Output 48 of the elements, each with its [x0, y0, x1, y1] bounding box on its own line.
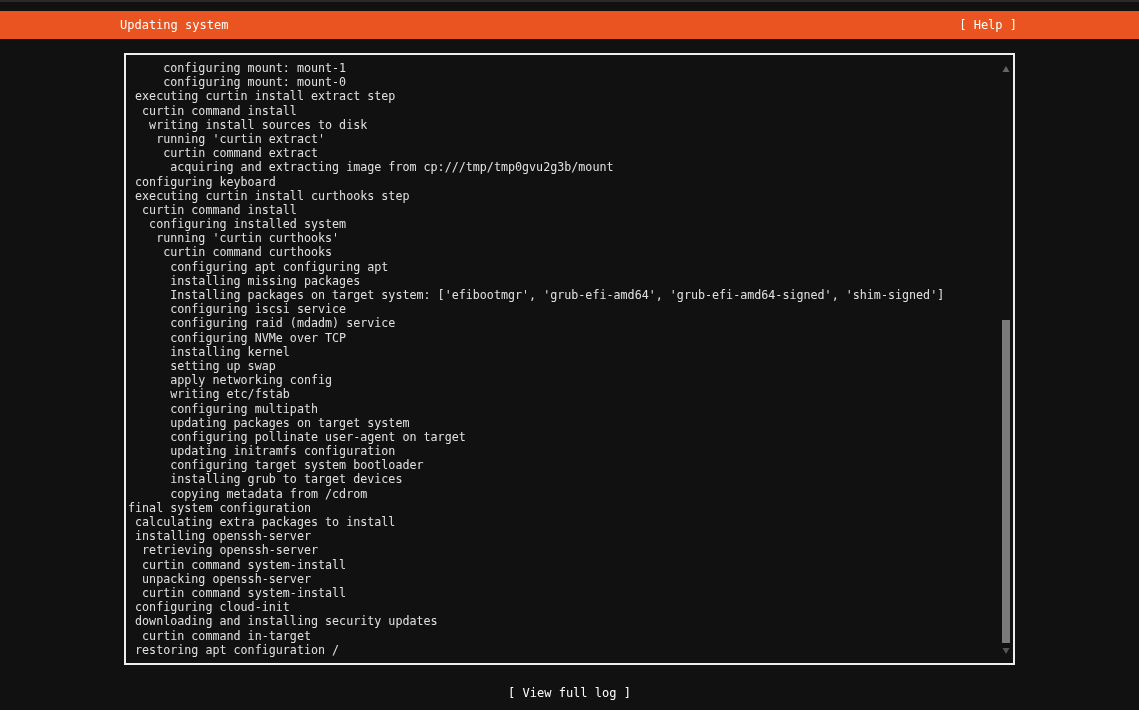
log-line: curtin command curthooks — [162, 245, 334, 260]
log-line: acquiring and extracting image from cp:///tmp/tmp0gvu2g3b/mount — [169, 160, 615, 175]
log-line: setting up swap — [169, 358, 277, 374]
screen-title: Updating system — [120, 18, 229, 32]
view-full-log-button[interactable]: [ View full log ] — [508, 686, 631, 700]
log-line: curtin command system-install — [141, 557, 348, 572]
log-line: curtin command install — [141, 103, 298, 118]
log-line: running 'curtin extract' — [156, 131, 327, 147]
log-line: configuring raid (mdadm) service — [169, 316, 397, 331]
help-button[interactable]: [ Help ] — [959, 18, 1017, 32]
log-line: configuring multipath — [169, 401, 319, 416]
log-line: configuring target system bootloader — [169, 458, 425, 473]
log-line: writing etc/fstab — [169, 387, 291, 402]
log-line: installing missing packages — [169, 273, 362, 288]
log-line: curtin command install — [142, 202, 298, 218]
log-line: configuring cloud-init — [134, 600, 291, 615]
log-line: curtin command extract — [162, 146, 319, 161]
log-line: Installing packages on target system: ['efibootmgr', 'grub-efi-amd64', 'grub-efi-amd64-signed', 'shim-signed'] — [169, 288, 946, 303]
log-line: configuring pollinate user-agent on target — [169, 429, 467, 445]
log-line: updating packages on target system — [169, 415, 411, 430]
log-line: configuring keyboard — [134, 174, 277, 189]
log-line: retrieving openssh-server — [141, 543, 319, 558]
scroll-up-icon[interactable] — [1001, 65, 1010, 73]
log-line: curtin command in-target — [141, 628, 312, 643]
log-line: apply networking config — [169, 373, 334, 388]
log-line: updating initramfs configuration — [169, 444, 397, 459]
scrollbar-thumb[interactable] — [1001, 320, 1010, 643]
scroll-down-icon[interactable] — [1001, 647, 1010, 655]
log-line: configuring mount: mount-0 — [162, 75, 348, 90]
log-line: writing install sources to disk — [148, 117, 369, 132]
log-line: configuring mount: mount-1 — [162, 61, 348, 76]
log-line: executing curtin install extract step — [134, 89, 397, 104]
log-line: configuring apt configuring apt — [169, 259, 390, 274]
log-line: calculating extra packages to install — [134, 515, 397, 530]
log-line: final system configuration — [128, 500, 312, 515]
log-line: installing grub to target devices — [169, 472, 404, 487]
log-line: installing kernel — [169, 344, 291, 359]
log-line: executing curtin install curthooks step — [134, 188, 411, 203]
log-line: installing openssh-server — [134, 529, 312, 544]
log-line: downloading and installing security updates — [134, 614, 439, 629]
log-line: configuring iscsi service — [169, 302, 348, 317]
log-line: restoring apt configuration / — [134, 642, 341, 657]
log-line: copying metadata from /cdrom — [169, 486, 369, 501]
log-line: curtin command system-install — [141, 585, 348, 601]
log-line: configuring installed system — [148, 217, 348, 232]
log-line: configuring NVMe over TCP — [169, 330, 348, 345]
log-line: running 'curtin curthooks' — [155, 231, 341, 246]
log-line: unpacking openssh-server — [141, 571, 311, 586]
